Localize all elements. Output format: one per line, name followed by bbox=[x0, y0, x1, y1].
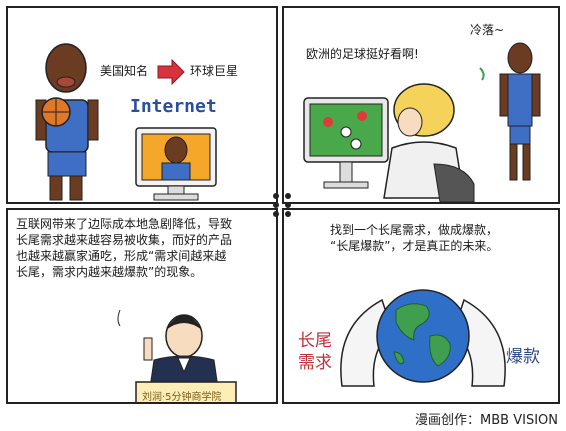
panel-1: 美国知名 环球巨星 Internet bbox=[6, 6, 278, 204]
ignored-player-figure bbox=[479, 42, 541, 181]
speaker-figure bbox=[117, 309, 219, 389]
internet-word: Internet bbox=[130, 96, 217, 117]
panel-2: 欧洲的足球挺好看啊! 冷落~ bbox=[282, 6, 560, 204]
caption-left: 美国知名 bbox=[100, 64, 149, 78]
panel-2-art bbox=[303, 42, 541, 202]
podium-label: 刘润·5分钟商学院 bbox=[142, 392, 222, 403]
caption-right: 环球巨星 bbox=[190, 64, 239, 78]
hit-product-sign: 爆款 bbox=[506, 347, 540, 367]
long-tail-sign: 长尾 需求 bbox=[298, 330, 332, 374]
arrow-icon bbox=[157, 58, 185, 86]
globe-icon bbox=[376, 289, 470, 383]
credit-text: 漫画创作：MBB VISION bbox=[415, 413, 558, 428]
panel-3-art bbox=[117, 309, 237, 402]
panel-4-art bbox=[340, 289, 506, 387]
panel-4: 找到一个长尾需求，做成爆款， “长尾爆款”，才是真正的未来。 长尾 需求 爆款 bbox=[282, 208, 560, 404]
panel-3: 互联网带来了边际成本地急剧降低，导致 长尾需求越来越容易被收集，而好的产品 也越… bbox=[6, 208, 278, 404]
long-tail-sign-line: 需求 bbox=[298, 353, 332, 373]
basketball-player-figure bbox=[35, 43, 99, 201]
speech-bubble-text: 欧洲的足球挺好看啊! bbox=[306, 47, 419, 61]
aside-text: 冷落~ bbox=[470, 23, 505, 37]
comic-page: 美国知名 环球巨星 Internet 欧洲的足球挺好看啊! 冷落~ 互联网带来了… bbox=[0, 0, 566, 431]
center-dots-decoration bbox=[273, 193, 291, 217]
soccer-tv-figure bbox=[303, 97, 389, 189]
blonde-viewer-figure bbox=[383, 83, 475, 202]
monitor-figure bbox=[135, 127, 217, 201]
long-tail-sign-line: 长尾 bbox=[298, 331, 332, 351]
